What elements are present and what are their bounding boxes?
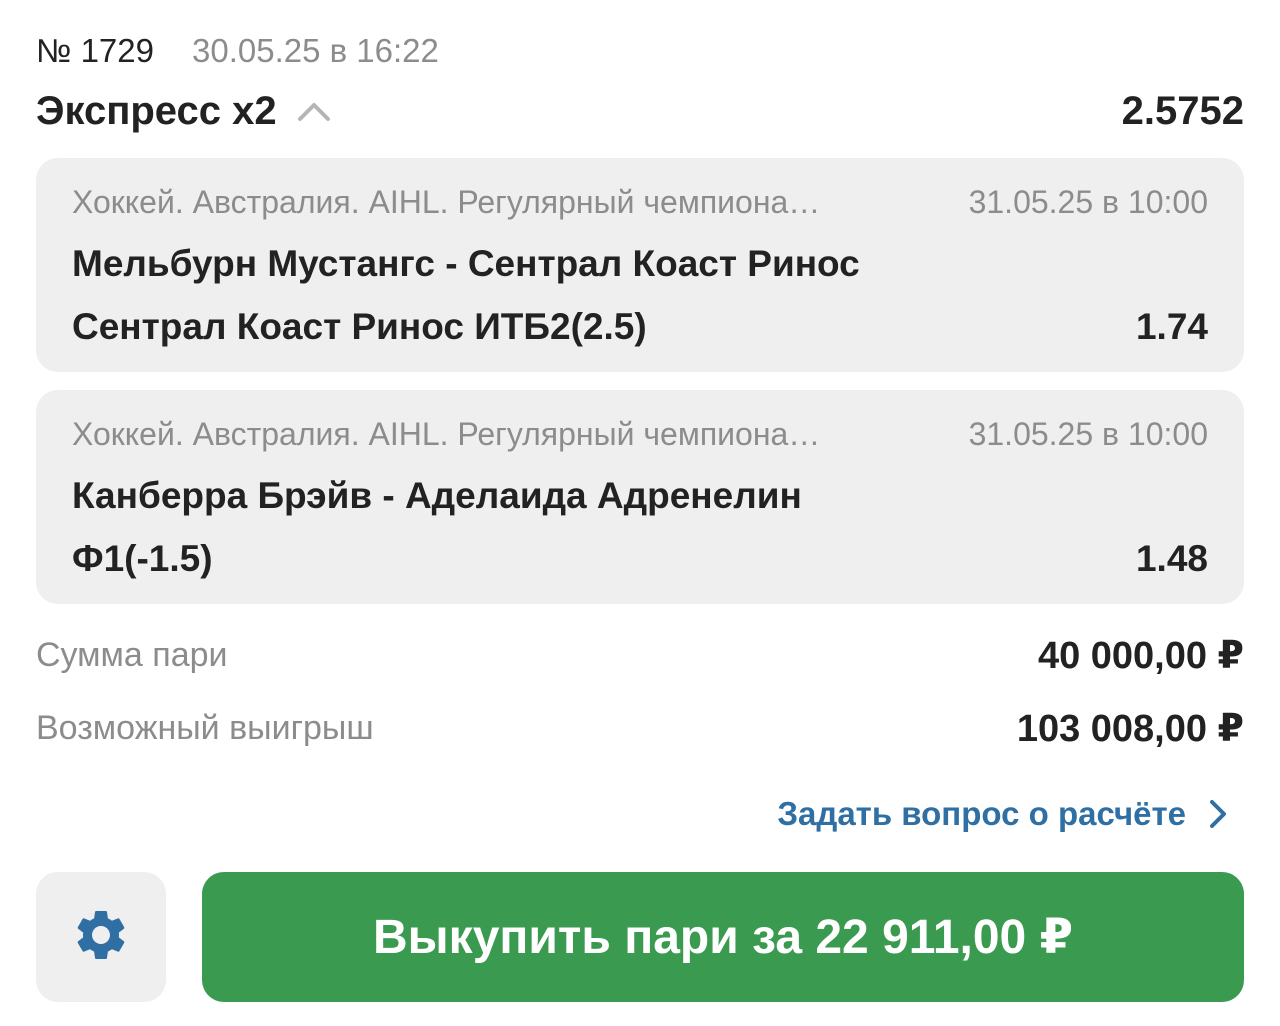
total-odds: 2.5752	[1121, 88, 1244, 133]
bet-meta: № 1729 30.05.25 в 16:22	[36, 30, 439, 72]
event-datetime: 31.05.25 в 10:00	[968, 415, 1208, 452]
event-outcome-row: Сентрал Коаст Ринос ИТБ2(2.5) 1.74	[72, 304, 1208, 350]
possible-win-row: Возможный выигрыш 103 008,00 ₽	[36, 703, 1244, 753]
stake-value: 40 000,00 ₽	[1037, 634, 1244, 677]
chevron-up-icon	[297, 99, 331, 123]
event-odds: 1.74	[1135, 306, 1208, 347]
event-header: Хоккей. Австралия. AIHL. Регулярный чемп…	[72, 414, 1208, 454]
settings-button[interactable]	[36, 872, 166, 1002]
event-card: Хоккей. Австралия. AIHL. Регулярный чемп…	[36, 158, 1244, 372]
event-league: Хоккей. Австралия. AIHL. Регулярный чемп…	[72, 183, 821, 220]
buyout-button[interactable]: Выкупить пари за 22 911,00 ₽	[202, 872, 1244, 1002]
bet-datetime: 30.05.25 в 16:22	[191, 32, 439, 69]
event-outcome-row: Ф1(-1.5) 1.48	[72, 536, 1208, 582]
bet-header: Экспресс х2 2.5752	[36, 86, 1244, 136]
stake-row: Сумма пари 40 000,00 ₽	[36, 630, 1244, 680]
settlement-question-label: Задать вопрос о расчёте	[777, 795, 1186, 832]
event-header: Хоккей. Австралия. AIHL. Регулярный чемп…	[72, 182, 1208, 222]
event-league: Хоккей. Австралия. AIHL. Регулярный чемп…	[72, 415, 821, 452]
event-teams: Мельбурн Мустангс - Сентрал Коаст Ринос	[72, 243, 860, 284]
event-outcome: Ф1(-1.5)	[72, 538, 213, 579]
settlement-question-link[interactable]: Задать вопрос о расчёте	[777, 790, 1228, 838]
event-teams: Канберра Брэйв - Аделаида Адренелин	[72, 475, 802, 516]
bet-type-label: Экспресс х2	[36, 88, 277, 133]
event-odds: 1.48	[1135, 538, 1208, 579]
chevron-right-icon	[1208, 798, 1228, 830]
bet-type-toggle[interactable]: Экспресс х2	[36, 89, 331, 134]
stake-label: Сумма пари	[36, 635, 228, 674]
bet-number: № 1729	[36, 32, 154, 69]
event-datetime: 31.05.25 в 10:00	[968, 183, 1208, 220]
event-card: Хоккей. Австралия. AIHL. Регулярный чемп…	[36, 390, 1244, 604]
possible-win-label: Возможный выигрыш	[36, 708, 374, 747]
buyout-label: Выкупить пари за 22 911,00 ₽	[373, 911, 1073, 964]
gear-icon	[71, 905, 131, 970]
possible-win-value: 103 008,00 ₽	[1016, 707, 1244, 750]
event-outcome: Сентрал Коаст Ринос ИТБ2(2.5)	[72, 306, 647, 347]
